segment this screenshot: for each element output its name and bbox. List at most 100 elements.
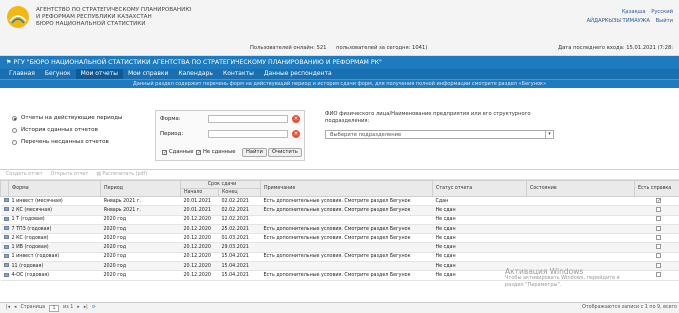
col-period[interactable]: Период	[100, 180, 181, 197]
report-icon[interactable]	[3, 226, 9, 231]
sent-checkbox[interactable]: ✓ Сданные	[162, 149, 193, 155]
col-note[interactable]: Примечание	[260, 180, 434, 197]
cell-period: 2020 год	[100, 242, 181, 253]
page-title: РГУ "БЮРО НАЦИОНАЛЬНОЙ СТАТИСТИКИ АГЕНТС…	[13, 59, 382, 66]
form-input[interactable]	[208, 115, 288, 123]
cell-status: Не сдан	[432, 242, 527, 253]
checkbox-icon[interactable]	[656, 253, 662, 259]
col-state[interactable]: Состояние	[526, 180, 636, 197]
cell-end: 02.02.2021	[218, 205, 261, 216]
cell-certificate	[634, 261, 679, 272]
cell-note: Есть дополнительные условия. Смотрите ра…	[260, 270, 433, 281]
col-form[interactable]: Форма	[8, 180, 101, 197]
report-icon[interactable]	[3, 207, 9, 212]
refresh-icon[interactable]: ⟳	[92, 303, 96, 313]
cell-end: 15.04.2021	[218, 270, 261, 281]
find-button[interactable]: Найти	[242, 148, 267, 157]
online-counter: Пользователей онлайн: 521 пользователей …	[250, 45, 428, 51]
page-input[interactable]: 1	[49, 304, 60, 312]
report-icon[interactable]	[3, 244, 9, 249]
cell-end: 12.02.2021	[218, 215, 261, 225]
period-input[interactable]	[208, 130, 288, 138]
org-label: ФИО физического лица/Наименование предпр…	[325, 111, 531, 124]
user-name-link[interactable]: АЙДАРКЫЗЫ ТИМАУЖА	[587, 18, 650, 24]
next-page-icon[interactable]: ▸	[77, 303, 79, 313]
cell-start: 20.12.2020	[180, 215, 219, 225]
checkbox-checked-icon[interactable]: ✓	[656, 198, 661, 204]
row-icon	[0, 252, 9, 263]
checkbox-checked-icon[interactable]: ✓	[162, 149, 167, 155]
row-icon	[0, 224, 9, 235]
cell-note: Есть дополнительные условия. Смотрите ра…	[260, 205, 433, 216]
reports-table: Форма Период Срок сдачи Примечание Стату…	[0, 180, 679, 281]
report-toolbar: Создать отчет Открыть отчет ▤ Распечатат…	[0, 170, 679, 180]
clear-period-icon[interactable]: ×	[292, 130, 300, 138]
report-icon[interactable]	[3, 253, 9, 258]
nav-my-reports[interactable]: Мои отчеты	[75, 69, 123, 79]
checkbox-icon[interactable]	[656, 225, 662, 231]
clear-form-icon[interactable]: ×	[292, 115, 300, 123]
cell-start: 20.12.2020	[180, 252, 219, 263]
cell-start: 20.01.2021	[180, 205, 219, 216]
cell-status: Не сдан	[432, 233, 527, 244]
table-row[interactable]: 7 ТПЗ (годовая) 2020 год 20.12.2020 25.02.2…	[0, 224, 679, 235]
table-row[interactable]: 1 инвест (годовая) 2020 год 20.12.2020 15.0…	[0, 252, 679, 263]
cell-period: 2020 год	[100, 224, 181, 235]
table-row[interactable]: 1 Т (годовая) 2020 год 20.12.2020 12.02.202…	[0, 215, 679, 225]
radio-button[interactable]	[12, 127, 17, 133]
lang-ru-link[interactable]: Русский	[651, 9, 673, 15]
table-row[interactable]: 2 КС (годовая) 2020 год 20.12.2020 01.03.20…	[0, 233, 679, 244]
create-report-button[interactable]: Создать отчет	[6, 170, 43, 179]
report-icon[interactable]	[3, 263, 9, 268]
table-row[interactable]: 2 КС (месячная) Январь 2021 г. 20.01.2021 0…	[0, 205, 679, 216]
cell-end: 29.03.2021	[218, 242, 261, 253]
nav-respondent-data[interactable]: Данные респондента	[259, 69, 337, 79]
checkbox-icon[interactable]	[656, 234, 662, 240]
clear-button[interactable]: Очистить	[268, 148, 302, 157]
nav-my-certificates[interactable]: Мои справки	[123, 69, 173, 79]
org-select[interactable]: Выберите подразделение ▾	[325, 130, 554, 139]
report-icon[interactable]	[3, 272, 9, 277]
logout-link[interactable]: Выйти	[656, 18, 673, 24]
report-icon[interactable]	[3, 198, 9, 203]
col-start[interactable]: Начало	[180, 188, 219, 197]
nav-calendar[interactable]: Календарь	[173, 69, 218, 79]
chevron-down-icon[interactable]: ▾	[545, 131, 553, 138]
first-page-icon[interactable]: |◂	[6, 303, 10, 313]
table-row[interactable]: 1 ИВ (годовая) 2020 год 20.12.2020 29.03.20…	[0, 242, 679, 253]
prev-page-icon[interactable]: ◂	[14, 303, 16, 313]
nav-runner[interactable]: Бегунок	[40, 69, 76, 79]
radio-button[interactable]	[12, 115, 17, 121]
records-info: Отображаются записи с 1 по 9, всего	[582, 305, 677, 310]
nav-home[interactable]: Главная	[4, 69, 40, 79]
table-row[interactable]: 1 инвест (месячная) Январь 2021 г. 20.01.2…	[0, 196, 679, 207]
cell-status: Не сдан	[432, 215, 527, 225]
radio-history[interactable]: История сданных отчетов	[12, 124, 122, 136]
checkbox-icon[interactable]	[656, 206, 662, 212]
radio-current-reports[interactable]: Отчеты на действующие периоды	[12, 112, 122, 124]
nav-contacts[interactable]: Контакты	[218, 69, 259, 79]
checkbox-checked-icon[interactable]: ✓	[196, 149, 201, 155]
last-page-icon[interactable]: ▸|	[84, 303, 88, 313]
unsent-checkbox[interactable]: ✓ Не сданные	[196, 149, 235, 155]
print-pdf-button[interactable]: ▤ Распечатать (pdf)	[96, 170, 147, 179]
col-certificate[interactable]: Есть справка	[634, 180, 679, 197]
checkbox-icon[interactable]	[656, 216, 662, 222]
cell-certificate: ✓	[634, 196, 679, 207]
cell-note: Есть дополнительные условия. Смотрите ра…	[260, 196, 433, 207]
cell-form: 4-ОС (годовая)	[8, 270, 101, 281]
filter-panel: Отчеты на действующие периоды История сд…	[0, 88, 679, 170]
cell-state	[526, 205, 635, 216]
col-end[interactable]: Конец	[217, 188, 262, 197]
lang-kz-link[interactable]: Қазақша	[622, 9, 646, 15]
checkbox-icon[interactable]	[656, 244, 662, 250]
radio-button[interactable]	[12, 139, 17, 145]
checkbox-icon[interactable]	[656, 262, 662, 268]
col-status[interactable]: Статус отчета	[432, 180, 528, 197]
report-icon[interactable]	[3, 235, 9, 240]
open-report-button[interactable]: Открыть отчет	[51, 170, 89, 179]
report-icon[interactable]	[3, 216, 9, 221]
page-title-bar: ⚑ РГУ "БЮРО НАЦИОНАЛЬНОЙ СТАТИСТИКИ АГЕН…	[0, 56, 679, 69]
radio-unsent[interactable]: Перечень несданных отчетов	[12, 136, 122, 148]
checkbox-icon[interactable]	[656, 272, 662, 278]
